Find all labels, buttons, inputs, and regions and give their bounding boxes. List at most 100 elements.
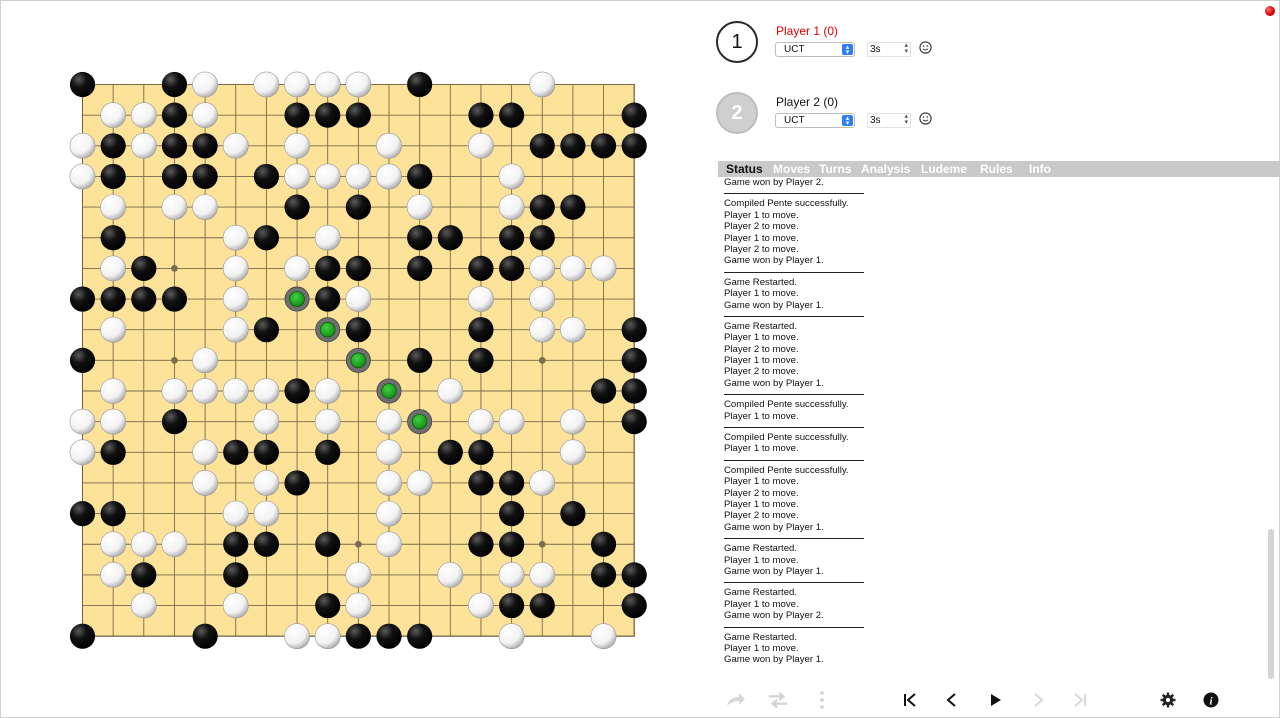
swap-arrows-icon[interactable] [767, 689, 789, 711]
game-board[interactable] [61, 63, 671, 673]
player-1-name: Player 1 (0) [776, 24, 839, 38]
white-stone [130, 102, 157, 129]
white-stone [69, 163, 96, 190]
tab-moves[interactable]: Moves [773, 162, 810, 176]
log-line: Game won by Player 1. [724, 521, 824, 533]
white-stone [222, 224, 249, 251]
black-stone [621, 562, 647, 588]
black-stone [253, 163, 279, 190]
black-stone [100, 439, 126, 465]
black-stone [315, 286, 341, 312]
white-stone [222, 132, 249, 159]
log-separator [724, 538, 864, 540]
log-line: Player 1 to move. [724, 642, 799, 654]
log-line: Game won by Player 1. [724, 654, 824, 666]
black-stone [529, 133, 555, 159]
redo-arrow-icon[interactable] [724, 689, 746, 711]
white-stone [253, 470, 280, 496]
black-stone [69, 347, 96, 373]
black-stone [100, 501, 126, 527]
black-stone [345, 102, 371, 128]
log-line: Game won by Player 1. [724, 377, 824, 389]
tab-turns[interactable]: Turns [819, 162, 851, 176]
black-stone [161, 409, 188, 435]
star-point [538, 540, 546, 548]
white-stone [100, 378, 127, 404]
settings-gear-icon[interactable] [1157, 689, 1179, 711]
player-1-ai-select[interactable]: UCT ▴ ▾ [775, 42, 855, 57]
log-line: Player 1 to move. [724, 332, 799, 344]
black-stone [499, 102, 525, 128]
status-log[interactable]: Game won by Player 2. Compiled Pente succ… [724, 177, 1264, 682]
tab-rules[interactable]: Rules [980, 162, 1013, 176]
log-line: Player 1 to move. [724, 410, 799, 422]
black-stone [315, 439, 341, 465]
white-stone [529, 561, 556, 588]
last-move-icon[interactable] [1069, 689, 1091, 711]
black-stone [621, 133, 647, 159]
white-stone [314, 71, 341, 98]
black-stone [468, 317, 494, 343]
white-stone [314, 163, 341, 190]
black-stone [529, 592, 555, 619]
white-stone [192, 378, 219, 404]
white-stone [406, 194, 433, 221]
log-line: Player 2 to move. [724, 366, 799, 378]
black-stone [223, 562, 249, 588]
player-1-time-input[interactable]: 3s ▴ ▾ [867, 42, 911, 57]
log-separator [724, 459, 864, 461]
black-stone [590, 378, 617, 404]
time-spinner-icon[interactable]: ▴ ▾ [904, 42, 908, 55]
white-stone [100, 102, 127, 129]
white-stone [69, 408, 96, 435]
white-stone [284, 71, 310, 98]
time-spinner-icon[interactable]: ▴ ▾ [904, 113, 908, 126]
first-move-icon[interactable] [899, 689, 921, 711]
black-stone [161, 133, 188, 159]
player-1-number-badge: 1 [716, 21, 758, 63]
black-stone [131, 562, 157, 588]
black-stone [529, 225, 555, 251]
tab-status[interactable]: Status [726, 162, 763, 176]
white-stone [100, 561, 127, 588]
play-icon[interactable] [984, 689, 1006, 711]
tab-ludeme[interactable]: Ludeme [921, 162, 967, 176]
black-stone [468, 439, 494, 465]
star-point [538, 356, 546, 364]
white-stone [406, 470, 433, 496]
log-line: Player 1 to move. [724, 209, 799, 221]
previous-move-icon[interactable] [941, 689, 963, 711]
white-stone [559, 439, 586, 466]
player-1-time-value: 3s [870, 44, 881, 55]
white-stone [192, 102, 219, 129]
log-line: Game won by Player 2. [724, 610, 824, 622]
white-stone [376, 500, 402, 527]
smiley-face-icon[interactable] [919, 41, 932, 54]
white-stone [100, 255, 127, 282]
black-stone [407, 255, 433, 281]
black-stone [161, 163, 188, 190]
tab-analysis[interactable]: Analysis [861, 162, 910, 176]
white-stone [376, 439, 402, 466]
black-stone [345, 255, 371, 281]
status-log-scrollbar[interactable] [1268, 529, 1274, 679]
black-stone [407, 347, 433, 373]
next-move-icon[interactable] [1027, 689, 1049, 711]
tab-info[interactable]: Info [1029, 162, 1051, 176]
info-icon[interactable]: i [1200, 689, 1222, 711]
white-stone [100, 316, 127, 343]
player-2-time-input[interactable]: 3s ▴ ▾ [867, 113, 911, 128]
white-stone [468, 286, 494, 312]
log-line: Player 1 to move. [724, 288, 799, 300]
black-stone [192, 133, 218, 159]
white-stone [161, 531, 188, 558]
black-stone [161, 102, 188, 128]
white-stone [222, 316, 249, 343]
player-2-ai-select[interactable]: UCT ▴ ▾ [775, 113, 855, 128]
log-line: Game Restarted. [724, 276, 798, 288]
select-arrows-icon: ▴ ▾ [842, 115, 853, 127]
white-stone [100, 194, 127, 221]
black-stone [621, 347, 647, 373]
more-vertical-icon[interactable] [811, 689, 833, 711]
smiley-face-icon[interactable] [919, 112, 932, 125]
